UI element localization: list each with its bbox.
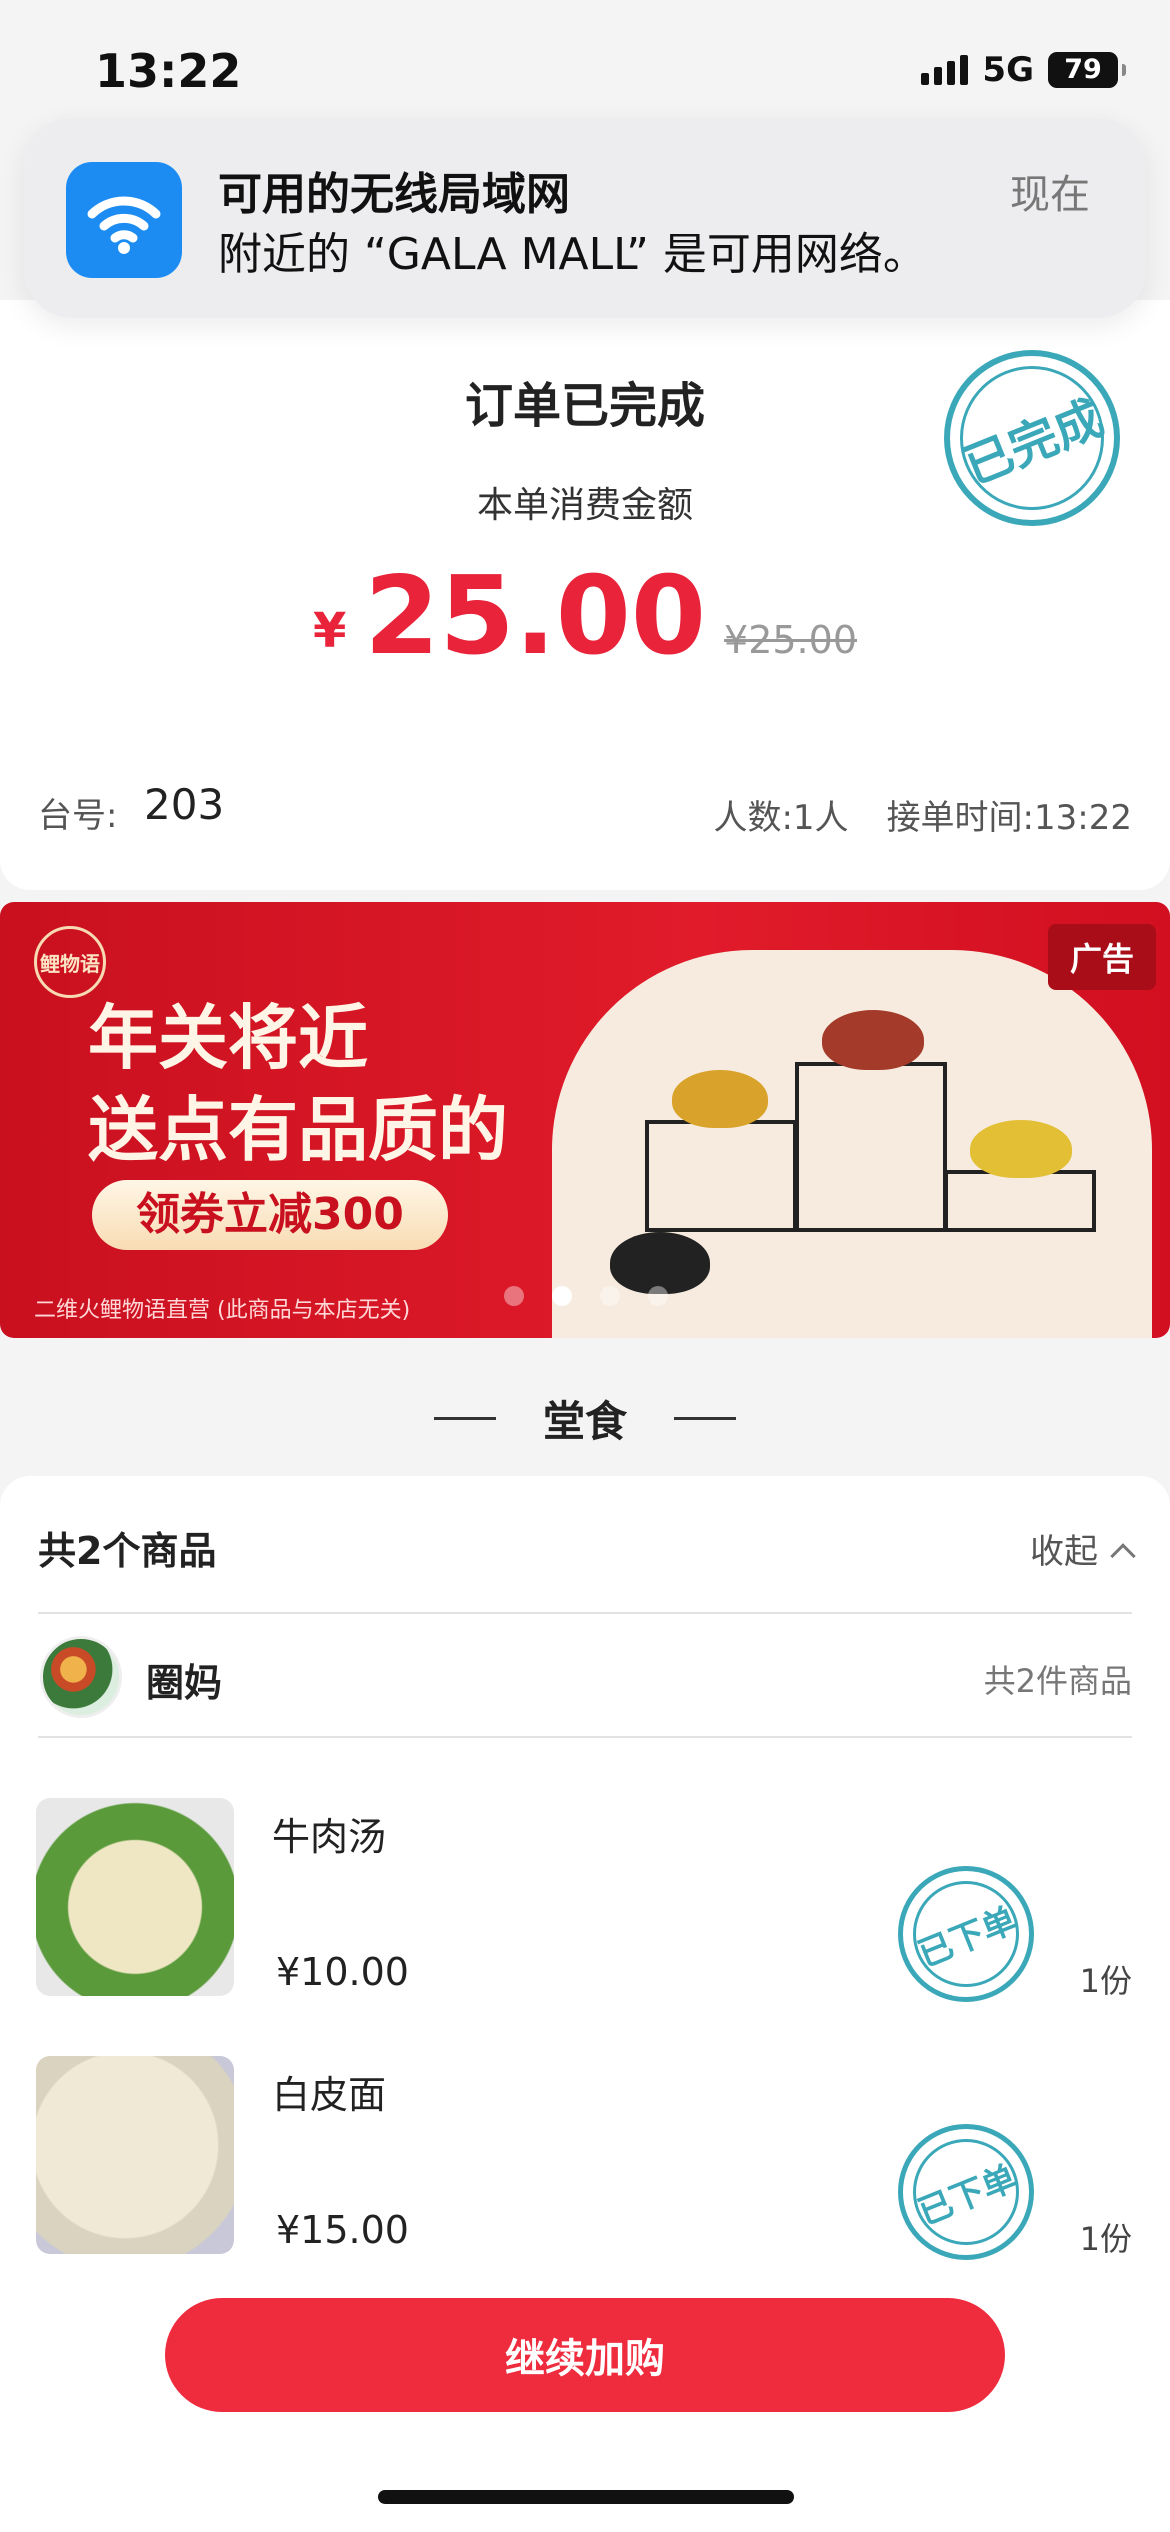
goods-count: 共2个商品 <box>38 1529 217 1573</box>
ad-banner[interactable]: 鲤物语 年关将近 送点有品质的 领券立减300 二维火鲤物语直营 (此商品与本店… <box>0 902 1170 1338</box>
section-divider-right <box>674 1417 736 1420</box>
signal-icon <box>921 55 969 85</box>
chevron-up-icon <box>1110 1543 1136 1569</box>
battery-icon: 79 <box>1048 52 1126 88</box>
store-name: 圈妈 <box>146 1661 223 1705</box>
item-quantity: 1份 <box>1079 1962 1132 2000</box>
item-name: 牛肉汤 <box>272 1815 387 1859</box>
brand-logo: 鲤物语 <box>34 926 106 998</box>
wifi-icon <box>66 162 182 278</box>
carousel-dot-active[interactable] <box>552 1286 572 1306</box>
item-image[interactable] <box>36 2056 234 2254</box>
headline-line-2: 送点有品质的 <box>88 1089 508 1171</box>
teapot-image <box>970 1120 1072 1178</box>
table-label: 台号: <box>38 796 118 836</box>
home-indicator[interactable] <box>378 2490 794 2504</box>
teapot-image <box>822 1010 924 1070</box>
banner-headline: 年关将近 送点有品质的 <box>88 992 508 1176</box>
item-price: ¥15.00 <box>276 2208 409 2252</box>
divider <box>38 1612 1132 1614</box>
shelf-graphic <box>944 1170 1096 1232</box>
network-label: 5G <box>982 50 1034 90</box>
status-time: 13:22 <box>95 44 242 98</box>
notification-title: 可用的无线局域网 <box>218 169 570 220</box>
table-number: 203 <box>144 780 225 829</box>
teapot-image <box>610 1232 710 1294</box>
collapse-label: 收起 <box>1030 1532 1098 1572</box>
store-avatar <box>40 1636 122 1718</box>
order-time: 接单时间:13:22 <box>886 798 1132 838</box>
order-amount: 25.00 <box>364 554 707 679</box>
teapot-image <box>672 1070 768 1128</box>
original-amount: ¥25.00 <box>724 618 857 662</box>
shelf-graphic <box>795 1062 947 1232</box>
order-summary-card: 订单已完成 本单消费金额 ¥25.00 ¥25.00 已完成 台号: 203 人数… <box>0 300 1170 890</box>
people-count: 人数:1人 <box>713 798 849 838</box>
currency-symbol: ¥ <box>313 603 347 659</box>
goods-card: 共2个商品 收起 圈妈 共2件商品 牛肉汤 已下单 ¥10.00 1份 白皮面 … <box>0 1476 1170 2281</box>
notification-time: 现在 <box>1010 172 1090 218</box>
amount-row: ¥25.00 ¥25.00 <box>0 554 1170 679</box>
notification-body: 附近的 “GALA MALL” 是可用网络。 <box>218 229 927 280</box>
headline-line-1: 年关将近 <box>88 997 368 1079</box>
section-title: 堂食 <box>542 1397 627 1446</box>
ad-tag: 广告 <box>1047 924 1156 990</box>
divider <box>38 1736 1132 1738</box>
shelf-graphic <box>645 1120 797 1232</box>
item-quantity: 1份 <box>1079 2220 1132 2258</box>
item-name: 白皮面 <box>272 2073 387 2117</box>
ordered-stamp: 已下单 <box>877 2103 1055 2281</box>
store-item-count: 共2件商品 <box>983 1662 1132 1700</box>
ordered-stamp: 已下单 <box>877 1845 1055 2023</box>
banner-footer: 二维火鲤物语直营 (此商品与本店无关) <box>34 1298 411 1323</box>
carousel-dot[interactable] <box>600 1286 620 1306</box>
item-price: ¥10.00 <box>276 1950 409 1994</box>
order-meta: 人数:1人 接单时间:13:22 <box>713 790 1132 839</box>
carousel-dots[interactable] <box>504 1286 668 1306</box>
coupon-button[interactable]: 领券立减300 <box>92 1180 448 1250</box>
collapse-toggle[interactable]: 收起 <box>1030 1524 1136 1573</box>
continue-shopping-button[interactable]: 继续加购 <box>165 2298 1005 2412</box>
carousel-dot[interactable] <box>504 1286 524 1306</box>
item-image[interactable] <box>36 1798 234 1996</box>
wifi-notification[interactable]: 可用的无线局域网 附近的 “GALA MALL” 是可用网络。 现在 <box>24 118 1146 318</box>
carousel-dot[interactable] <box>648 1286 668 1306</box>
status-indicators: 5G 79 <box>921 50 1126 90</box>
